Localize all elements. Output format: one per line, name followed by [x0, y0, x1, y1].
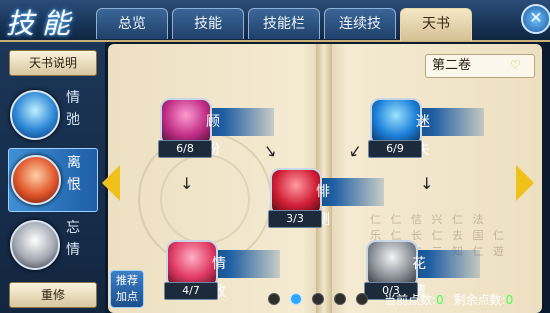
category-wangqing[interactable]: 忘 情 — [8, 214, 96, 276]
skull-icon — [10, 220, 60, 270]
silver-orb-icon — [366, 240, 418, 288]
current-points-label: 当前点数: — [384, 293, 437, 307]
current-points-value: 0 — [436, 293, 444, 307]
reset-button[interactable]: 重修 — [9, 282, 97, 308]
arrow-down-right-icon: ↓ — [259, 139, 282, 164]
skill-count: 4/7 — [164, 282, 218, 300]
tab-skill-bar[interactable]: 技能栏 — [248, 8, 320, 39]
page-dot[interactable] — [268, 293, 280, 305]
top-bar: 技能 总览 技能 技能栏 连续技 天书 ✕ — [0, 0, 550, 42]
next-page-icon[interactable] — [516, 165, 534, 201]
skill-count: 6/8 — [158, 140, 212, 158]
category-label: 离 恨 — [67, 155, 81, 193]
skill-book: 仁 仁 信 兴 仁 法 乐 仁 长 仁 去 国 仁 夫 仁 仁 三 知 仁 遊 … — [108, 44, 542, 313]
points-display: 当前点数:0 剩余点数:0 — [384, 291, 513, 308]
recommend-points-button[interactable]: 推荐 加点 — [110, 270, 144, 308]
red-orb-icon — [270, 168, 322, 216]
mandala-decoration-inner — [160, 154, 250, 244]
tab-overview[interactable]: 总览 — [96, 8, 168, 39]
page-dot[interactable] — [334, 293, 346, 305]
rose-orb-icon — [166, 240, 218, 288]
skill-count: 6/9 — [368, 140, 422, 158]
pink-orb-icon — [160, 98, 212, 146]
category-label: 情 弛 — [66, 90, 80, 128]
lotus-icon — [10, 90, 60, 140]
sidebar: 天书说明 情 弛 离 恨 忘 情 重修 — [0, 42, 105, 313]
page-dot[interactable] — [312, 293, 324, 305]
remaining-points-label: 剩余点数: — [453, 293, 506, 307]
arrow-down-icon: ↓ — [180, 174, 194, 193]
page-indicator — [268, 293, 368, 305]
arrow-down-left-icon: ↓ — [344, 139, 366, 164]
category-qingchi[interactable]: 情 弛 — [8, 84, 96, 146]
remaining-points-value: 0 — [505, 293, 514, 307]
category-label: 忘 情 — [66, 220, 80, 258]
page-dot[interactable] — [356, 293, 368, 305]
blue-orb-icon — [370, 98, 422, 146]
category-lihen[interactable]: 离 恨 — [8, 148, 98, 212]
skills-window: 技能 总览 技能 技能栏 连续技 天书 ✕ 天书说明 情 弛 离 恨 忘 情 重… — [0, 0, 550, 313]
volume-selector[interactable]: 第二卷 ♡ — [425, 54, 535, 78]
book-description-button[interactable]: 天书说明 — [9, 50, 97, 76]
close-icon[interactable]: ✕ — [521, 4, 550, 34]
prev-page-icon[interactable] — [102, 165, 120, 201]
tab-combo[interactable]: 连续技 — [324, 8, 396, 39]
volume-label: 第二卷 — [432, 58, 472, 73]
logo: 技能 — [6, 7, 79, 40]
chevron-down-icon: ♡ — [510, 58, 521, 72]
tab-heavenly-book[interactable]: 天书 — [400, 8, 472, 41]
skill-count: 3/3 — [268, 210, 322, 228]
arrow-down-icon: ↓ — [420, 174, 434, 193]
tab-bar: 总览 技能 技能栏 连续技 天书 — [96, 8, 472, 41]
tab-skills[interactable]: 技能 — [172, 8, 244, 39]
page-dot-active[interactable] — [290, 293, 302, 305]
flame-icon — [11, 155, 61, 205]
